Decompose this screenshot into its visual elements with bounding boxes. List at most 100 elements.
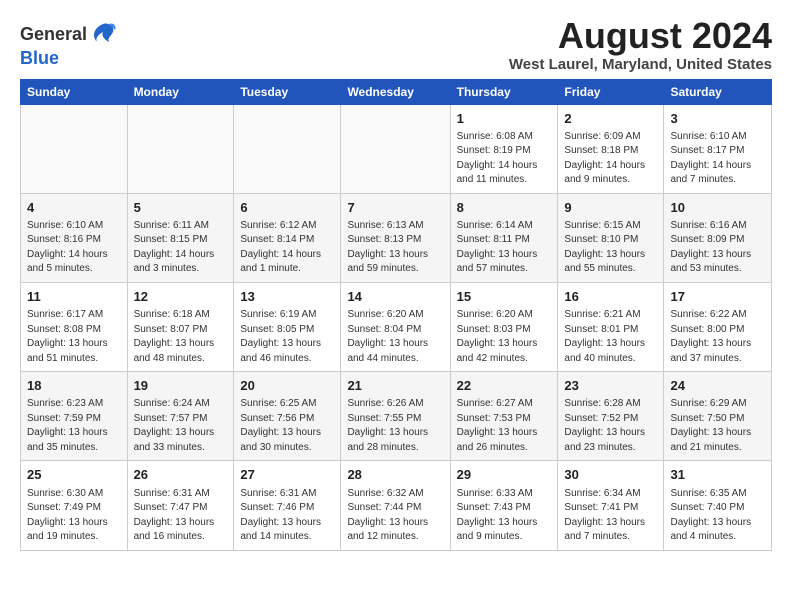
day-number: 1 [457, 110, 552, 128]
calendar-cell: 1 Sunrise: 6:08 AM Sunset: 8:19 PM Daylig… [450, 104, 558, 193]
day-number: 20 [240, 377, 334, 395]
cell-details: Sunrise: 6:23 AM Sunset: 7:59 PM Dayligh… [27, 397, 121, 455]
calendar-table: SundayMondayTuesdayWednesdayThursdayFrid… [20, 79, 772, 551]
cell-details: Sunrise: 6:14 AM Sunset: 8:11 PM Dayligh… [457, 219, 552, 277]
cell-details: Sunrise: 6:29 AM Sunset: 7:50 PM Dayligh… [670, 397, 765, 455]
logo: General Blue [20, 20, 117, 69]
day-number: 25 [27, 466, 121, 484]
cell-details: Sunrise: 6:32 AM Sunset: 7:44 PM Dayligh… [347, 487, 443, 545]
col-header-monday: Monday [127, 79, 234, 104]
calendar-cell: 23Sunrise: 6:28 AM Sunset: 7:52 PM Dayli… [558, 372, 664, 461]
header-row: SundayMondayTuesdayWednesdayThursdayFrid… [21, 79, 772, 104]
calendar-cell: 15Sunrise: 6:20 AM Sunset: 8:03 PM Dayli… [450, 282, 558, 371]
cell-details: Sunrise: 6:18 AM Sunset: 8:07 PM Dayligh… [134, 308, 228, 366]
cell-details: Sunrise: 6:22 AM Sunset: 8:00 PM Dayligh… [670, 308, 765, 366]
calendar-cell: 30 Sunrise: 6:34 AM Sunset: 7:41 PM Dayli… [558, 461, 664, 550]
col-header-thursday: Thursday [450, 79, 558, 104]
cell-details: Sunrise: 6:21 AM Sunset: 8:01 PM Dayligh… [564, 308, 657, 366]
day-number: 5 [134, 199, 228, 217]
cell-details: Sunrise: 6:26 AM Sunset: 7:55 PM Dayligh… [347, 397, 443, 455]
cell-details: Sunrise: 6:10 AM Sunset: 8:16 PM Dayligh… [27, 219, 121, 277]
calendar-cell [341, 104, 450, 193]
calendar-cell: 27Sunrise: 6:31 AM Sunset: 7:46 PM Dayli… [234, 461, 341, 550]
calendar-cell: 5Sunrise: 6:11 AM Sunset: 8:15 PM Daylig… [127, 193, 234, 282]
day-number: 10 [670, 199, 765, 217]
calendar-cell: 11 Sunrise: 6:17 AM Sunset: 8:08 PM Dayli… [21, 282, 128, 371]
calendar-cell: 21Sunrise: 6:26 AM Sunset: 7:55 PM Dayli… [341, 372, 450, 461]
calendar-cell: 18 Sunrise: 6:23 AM Sunset: 7:59 PM Dayli… [21, 372, 128, 461]
day-number: 27 [240, 466, 334, 484]
cell-details: Sunrise: 6:13 AM Sunset: 8:13 PM Dayligh… [347, 219, 443, 277]
week-row-2: 4 Sunrise: 6:10 AM Sunset: 8:16 PM Daylig… [21, 193, 772, 282]
day-number: 16 [564, 288, 657, 306]
day-number: 9 [564, 199, 657, 217]
day-number: 17 [670, 288, 765, 306]
calendar-cell: 6 Sunrise: 6:12 AM Sunset: 8:14 PM Daylig… [234, 193, 341, 282]
calendar-cell: 2 Sunrise: 6:09 AM Sunset: 8:18 PM Daylig… [558, 104, 664, 193]
cell-details: Sunrise: 6:17 AM Sunset: 8:08 PM Dayligh… [27, 308, 121, 366]
cell-details: Sunrise: 6:30 AM Sunset: 7:49 PM Dayligh… [27, 487, 121, 545]
day-number: 12 [134, 288, 228, 306]
calendar-cell: 20 Sunrise: 6:25 AM Sunset: 7:56 PM Dayli… [234, 372, 341, 461]
calendar-cell: 17 Sunrise: 6:22 AM Sunset: 8:00 PM Dayli… [664, 282, 772, 371]
calendar-cell: 8 Sunrise: 6:14 AM Sunset: 8:11 PM Daylig… [450, 193, 558, 282]
cell-details: Sunrise: 6:08 AM Sunset: 8:19 PM Dayligh… [457, 130, 552, 188]
day-number: 2 [564, 110, 657, 128]
week-row-3: 11 Sunrise: 6:17 AM Sunset: 8:08 PM Dayli… [21, 282, 772, 371]
title-block: August 2024 West Laurel, Maryland, Unite… [509, 16, 772, 73]
week-row-1: 1 Sunrise: 6:08 AM Sunset: 8:19 PM Daylig… [21, 104, 772, 193]
col-header-wednesday: Wednesday [341, 79, 450, 104]
week-row-5: 25 Sunrise: 6:30 AM Sunset: 7:49 PM Dayli… [21, 461, 772, 550]
day-number: 7 [347, 199, 443, 217]
month-year-title: August 2024 [509, 16, 772, 56]
cell-details: Sunrise: 6:20 AM Sunset: 8:03 PM Dayligh… [457, 308, 552, 366]
col-header-tuesday: Tuesday [234, 79, 341, 104]
page: General Blue August 2024 West Laurel, Ma… [0, 0, 792, 563]
cell-details: Sunrise: 6:34 AM Sunset: 7:41 PM Dayligh… [564, 487, 657, 545]
calendar-cell: 4 Sunrise: 6:10 AM Sunset: 8:16 PM Daylig… [21, 193, 128, 282]
day-number: 18 [27, 377, 121, 395]
calendar-cell: 9 Sunrise: 6:15 AM Sunset: 8:10 PM Daylig… [558, 193, 664, 282]
logo-blue-text: Blue [20, 48, 59, 69]
day-number: 6 [240, 199, 334, 217]
calendar-cell [234, 104, 341, 193]
header: General Blue August 2024 West Laurel, Ma… [20, 16, 772, 73]
calendar-cell: 19Sunrise: 6:24 AM Sunset: 7:57 PM Dayli… [127, 372, 234, 461]
logo-general-text: General [20, 24, 87, 45]
cell-details: Sunrise: 6:28 AM Sunset: 7:52 PM Dayligh… [564, 397, 657, 455]
day-number: 22 [457, 377, 552, 395]
day-number: 14 [347, 288, 443, 306]
calendar-cell: 10Sunrise: 6:16 AM Sunset: 8:09 PM Dayli… [664, 193, 772, 282]
calendar-cell: 28Sunrise: 6:32 AM Sunset: 7:44 PM Dayli… [341, 461, 450, 550]
cell-details: Sunrise: 6:33 AM Sunset: 7:43 PM Dayligh… [457, 487, 552, 545]
calendar-cell: 26 Sunrise: 6:31 AM Sunset: 7:47 PM Dayli… [127, 461, 234, 550]
cell-details: Sunrise: 6:10 AM Sunset: 8:17 PM Dayligh… [670, 130, 765, 188]
calendar-cell: 31Sunrise: 6:35 AM Sunset: 7:40 PM Dayli… [664, 461, 772, 550]
week-row-4: 18 Sunrise: 6:23 AM Sunset: 7:59 PM Dayli… [21, 372, 772, 461]
calendar-cell [21, 104, 128, 193]
day-number: 19 [134, 377, 228, 395]
cell-details: Sunrise: 6:27 AM Sunset: 7:53 PM Dayligh… [457, 397, 552, 455]
col-header-saturday: Saturday [664, 79, 772, 104]
day-number: 13 [240, 288, 334, 306]
logo-bird-icon [89, 20, 117, 48]
calendar-cell [127, 104, 234, 193]
day-number: 31 [670, 466, 765, 484]
day-number: 24 [670, 377, 765, 395]
cell-details: Sunrise: 6:12 AM Sunset: 8:14 PM Dayligh… [240, 219, 334, 277]
day-number: 26 [134, 466, 228, 484]
day-number: 29 [457, 466, 552, 484]
calendar-cell: 24 Sunrise: 6:29 AM Sunset: 7:50 PM Dayli… [664, 372, 772, 461]
cell-details: Sunrise: 6:31 AM Sunset: 7:47 PM Dayligh… [134, 487, 228, 545]
day-number: 11 [27, 288, 121, 306]
cell-details: Sunrise: 6:09 AM Sunset: 8:18 PM Dayligh… [564, 130, 657, 188]
day-number: 4 [27, 199, 121, 217]
cell-details: Sunrise: 6:15 AM Sunset: 8:10 PM Dayligh… [564, 219, 657, 277]
cell-details: Sunrise: 6:25 AM Sunset: 7:56 PM Dayligh… [240, 397, 334, 455]
day-number: 30 [564, 466, 657, 484]
col-header-friday: Friday [558, 79, 664, 104]
day-number: 8 [457, 199, 552, 217]
cell-details: Sunrise: 6:19 AM Sunset: 8:05 PM Dayligh… [240, 308, 334, 366]
day-number: 3 [670, 110, 765, 128]
calendar-cell: 3 Sunrise: 6:10 AM Sunset: 8:17 PM Daylig… [664, 104, 772, 193]
